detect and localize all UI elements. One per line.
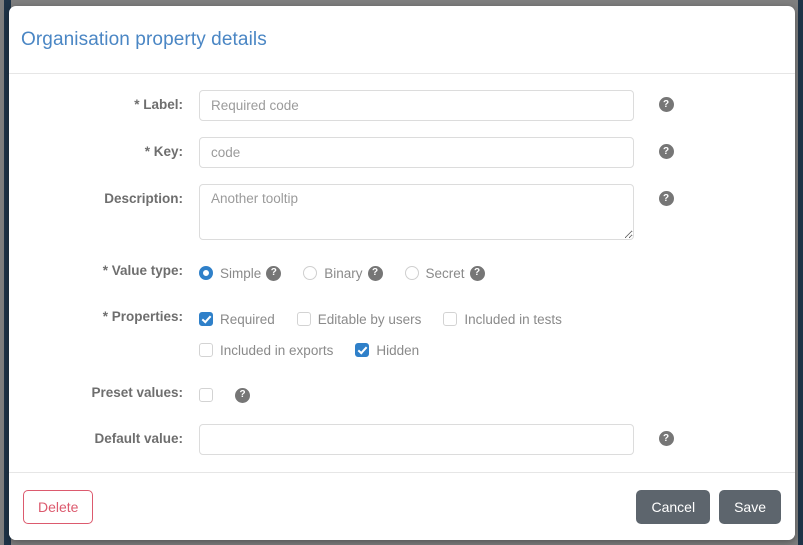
form-row-key: * Key: ? <box>9 137 795 168</box>
description-field-label: Description: <box>104 191 183 206</box>
radio-indicator-simple[interactable] <box>199 266 213 280</box>
checkbox-option-required[interactable]: Required <box>199 307 275 331</box>
form-row-label: * Label: ? <box>9 90 795 121</box>
checkbox-label-hidden: Hidden <box>376 342 420 358</box>
radio-indicator-binary[interactable] <box>303 266 318 280</box>
checkbox-indicator-included-in-tests[interactable] <box>443 312 458 326</box>
preset-values-group: ? <box>199 378 636 407</box>
checkbox-label-required: Required <box>220 311 275 327</box>
cancel-button[interactable]: Cancel <box>636 489 711 524</box>
help-icon[interactable]: ? <box>266 265 282 281</box>
default-value-label: Default value: <box>94 431 183 446</box>
app-right-strip <box>798 0 803 545</box>
description-help-wrap: ? <box>636 184 696 206</box>
help-icon[interactable]: ? <box>658 191 674 206</box>
form-row-preset-values: Preset values: ? <box>9 378 795 408</box>
save-button[interactable]: Save <box>719 489 781 524</box>
radio-label-simple: Simple <box>220 265 262 281</box>
form-row-default-value: Default value: ? <box>9 424 795 455</box>
form-row-properties: * Properties: Required Editable by users… <box>9 302 795 362</box>
default-value-input[interactable] <box>199 424 634 455</box>
dialog-footer: Delete Cancel Save <box>9 472 795 540</box>
checkbox-indicator-editable-by-users[interactable] <box>296 312 311 326</box>
properties-checkbox-group-row1: Required Editable by users Included in t… <box>199 302 636 331</box>
page-title: Organisation property details <box>21 28 267 50</box>
preset-values-help-wrap <box>636 378 696 385</box>
properties-checkbox-group-row2: Included in exports Hidden <box>199 333 636 362</box>
dialog-header: Organisation property details <box>9 6 795 74</box>
checkbox-label-included-in-exports: Included in exports <box>220 342 334 358</box>
properties-label: * Properties: <box>102 309 183 324</box>
value-type-radio-group: Simple ? Binary ? Secret ? <box>199 256 636 285</box>
help-icon[interactable]: ? <box>235 387 250 403</box>
help-icon[interactable]: ? <box>367 265 383 281</box>
properties-control: Required Editable by users Included in t… <box>199 302 636 362</box>
key-field-label: * Key: <box>144 144 183 159</box>
form-row-description: Description: ? <box>9 184 795 240</box>
preset-values-control: ? <box>199 378 636 407</box>
value-type-help-wrap <box>636 256 696 263</box>
checkbox-option-included-in-tests[interactable]: Included in tests <box>443 307 562 331</box>
radio-label-binary: Binary <box>324 265 363 281</box>
help-icon[interactable]: ? <box>658 144 674 159</box>
help-icon[interactable]: ? <box>658 431 674 446</box>
value-type-control: Simple ? Binary ? Secret ? <box>199 256 636 285</box>
organisation-property-details-dialog: Organisation property details * Label: ?… <box>9 6 795 540</box>
default-value-help-wrap: ? <box>636 424 696 446</box>
checkbox-indicator-required[interactable] <box>199 312 213 326</box>
form-row-value-type: * Value type: Simple ? Binary ? Secret ? <box>9 256 795 286</box>
checkbox-option-hidden[interactable]: Hidden <box>355 338 419 362</box>
properties-help-wrap <box>636 302 696 309</box>
checkbox-option-editable-by-users[interactable]: Editable by users <box>296 307 422 331</box>
preset-values-label: Preset values: <box>91 385 183 400</box>
radio-option-simple[interactable]: Simple ? <box>199 261 282 285</box>
help-icon[interactable]: ? <box>469 265 485 281</box>
default-value-control <box>199 424 636 455</box>
key-field-control <box>199 137 636 168</box>
checkbox-indicator-hidden[interactable] <box>355 343 370 357</box>
dialog-body: * Label: ? * Key: ? Description: <box>9 74 795 472</box>
description-textarea[interactable] <box>199 184 634 240</box>
radio-indicator-secret[interactable] <box>404 266 419 280</box>
radio-option-binary[interactable]: Binary ? <box>303 261 383 285</box>
checkbox-label-editable-by-users: Editable by users <box>317 311 422 327</box>
checkbox-option-preset-values[interactable] <box>199 383 213 407</box>
checkbox-label-included-in-tests: Included in tests <box>464 311 562 327</box>
checkbox-indicator-included-in-exports[interactable] <box>199 343 213 357</box>
checkbox-option-included-in-exports[interactable]: Included in exports <box>199 338 333 362</box>
label-input[interactable] <box>199 90 634 121</box>
label-field-control <box>199 90 636 121</box>
description-field-control <box>199 184 636 240</box>
footer-actions: Cancel Save <box>636 489 781 524</box>
key-input[interactable] <box>199 137 634 168</box>
delete-button[interactable]: Delete <box>23 489 94 524</box>
label-help-wrap: ? <box>636 90 696 112</box>
radio-option-secret[interactable]: Secret ? <box>404 261 485 285</box>
help-icon[interactable]: ? <box>658 97 674 112</box>
value-type-label: * Value type: <box>102 263 183 278</box>
label-field-label: * Label: <box>134 97 183 112</box>
checkbox-indicator-preset-values[interactable] <box>199 388 213 402</box>
key-help-wrap: ? <box>636 137 696 159</box>
radio-label-secret: Secret <box>425 265 465 281</box>
